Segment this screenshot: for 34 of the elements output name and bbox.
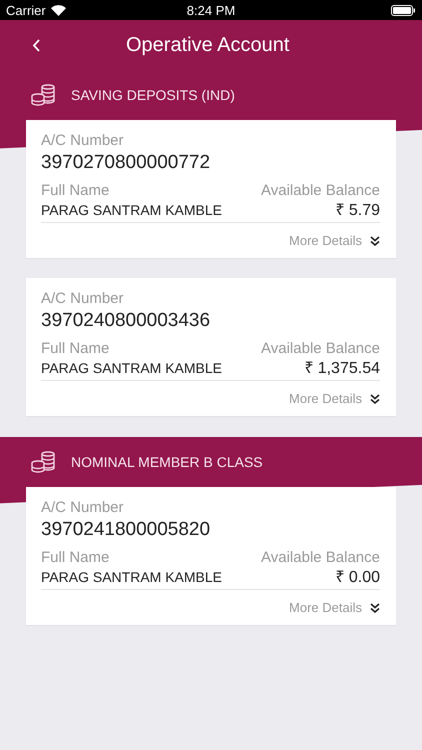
coins-icon <box>31 84 57 106</box>
account-number-label: A/C Number <box>41 498 125 517</box>
more-details-link[interactable]: More Details <box>289 391 380 406</box>
full-name-label: Full Name <box>41 548 110 567</box>
full-name: PARAG SANTRAM KAMBLE <box>41 201 222 220</box>
more-details-link[interactable]: More Details <box>289 233 380 248</box>
full-name: PARAG SANTRAM KAMBLE <box>41 359 222 378</box>
section-title: NOMINAL MEMBER B CLASS <box>71 454 263 470</box>
more-details-link[interactable]: More Details <box>289 600 380 615</box>
account-number: 3970270800000772 <box>41 151 212 175</box>
double-chevron-down-icon <box>370 394 380 404</box>
page-title: Operative Account <box>126 34 290 56</box>
wifi-icon <box>50 4 66 16</box>
full-name: PARAG SANTRAM KAMBLE <box>41 568 222 587</box>
balance-label: Available Balance <box>261 181 380 200</box>
balance-amount: ₹ 1,375.54 <box>304 359 380 378</box>
balance-amount: ₹ 5.79 <box>335 201 380 220</box>
account-number: 3970241800005820 <box>41 518 212 542</box>
carrier-label: Carrier <box>6 2 46 18</box>
double-chevron-down-icon <box>370 602 380 612</box>
section-title: SAVING DEPOSITS (IND) <box>71 87 235 103</box>
balance-amount: ₹ 0.00 <box>335 568 380 587</box>
full-name-label: Full Name <box>41 181 110 200</box>
coins-icon <box>31 451 57 473</box>
account-number-label: A/C Number <box>41 131 125 150</box>
back-chevron-icon <box>32 38 40 52</box>
balance-label: Available Balance <box>261 339 380 358</box>
double-chevron-down-icon <box>370 236 380 246</box>
account-number: 3970240800003436 <box>41 309 212 333</box>
balance-label: Available Balance <box>261 548 380 567</box>
full-name-label: Full Name <box>41 339 110 358</box>
account-number-label: A/C Number <box>41 289 125 308</box>
status-time: 8:24 PM <box>186 2 236 18</box>
battery-icon <box>390 4 416 16</box>
